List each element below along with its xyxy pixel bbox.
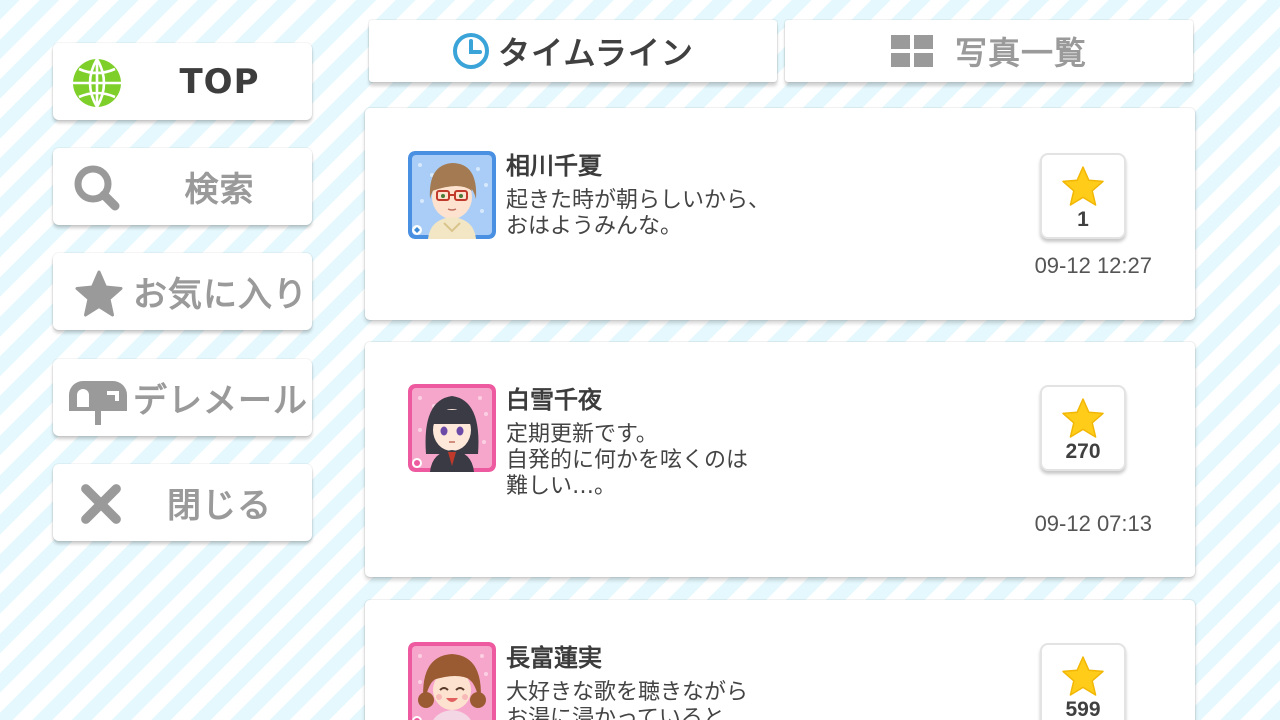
poster-name: 長富蓮実 bbox=[506, 644, 602, 672]
sidebar-item-label: 検索 bbox=[184, 170, 255, 210]
post-message-line: 自発的に何かを呟くのは bbox=[506, 448, 749, 473]
post-timestamp: 09-12 07:13 bbox=[1034, 511, 1152, 536]
poster-name: 相川千夏 bbox=[506, 152, 602, 180]
timeline-post: 相川千夏 起きた時が朝らしいから、 おはようみんな。 1 09-12 12:27 bbox=[365, 108, 1195, 320]
post-message-line: 大好きな歌を聴きながら bbox=[506, 680, 749, 705]
sidebar-item-search[interactable]: 検索 bbox=[53, 148, 312, 225]
tab-label: タイムライン bbox=[498, 34, 694, 72]
favorite-button[interactable]: 1 bbox=[1040, 153, 1126, 239]
tab-photos[interactable]: 写真一覧 bbox=[785, 20, 1193, 82]
post-message-line: 難しい…。 bbox=[506, 474, 617, 499]
search-icon bbox=[74, 165, 120, 211]
clock-icon bbox=[453, 33, 490, 69]
favorite-button[interactable]: 599 bbox=[1040, 643, 1126, 720]
post-message-line: 起きた時が朝らしいから、 bbox=[506, 188, 771, 213]
sidebar-item-top[interactable]: TOP bbox=[53, 43, 312, 120]
post-message: 定期更新です。 自発的に何かを呟くのは 難しい…。 bbox=[506, 422, 826, 500]
sidebar-item-close[interactable]: 閉じる bbox=[53, 464, 312, 541]
post-message: 大好きな歌を聴きながら お湯に浸かっていると bbox=[506, 680, 826, 720]
favorite-count: 1 bbox=[1077, 208, 1089, 231]
star-icon bbox=[75, 270, 123, 317]
tab-label: 写真一覧 bbox=[954, 34, 1087, 72]
tab-timeline[interactable]: タイムライン bbox=[369, 20, 777, 82]
grid-icon bbox=[890, 35, 933, 67]
sidebar-item-label: 閉じる bbox=[167, 486, 272, 526]
avatar[interactable] bbox=[408, 642, 496, 720]
post-message: 起きた時が朝らしいから、 おはようみんな。 bbox=[506, 188, 826, 240]
avatar[interactable] bbox=[408, 151, 496, 239]
post-message-line: 定期更新です。 bbox=[506, 422, 658, 447]
sidebar-item-mail[interactable]: デレメール bbox=[53, 359, 312, 436]
mailbox-icon bbox=[69, 381, 127, 425]
avatar[interactable] bbox=[408, 384, 496, 472]
poster-name: 白雪千夜 bbox=[506, 386, 602, 414]
globe-icon bbox=[73, 58, 121, 108]
timeline-post: 長富蓮実 大好きな歌を聴きながら お湯に浸かっていると 599 bbox=[365, 600, 1195, 720]
sidebar-item-label: お気に入り bbox=[133, 275, 308, 315]
post-timestamp: 09-12 12:27 bbox=[1034, 253, 1152, 278]
sidebar-item-label: TOP bbox=[179, 61, 260, 102]
favorite-count: 599 bbox=[1065, 698, 1101, 720]
star-icon bbox=[1062, 656, 1104, 696]
star-icon bbox=[1062, 166, 1104, 206]
star-icon bbox=[1062, 398, 1104, 438]
favorite-count: 270 bbox=[1065, 440, 1101, 463]
sidebar-item-label: デレメール bbox=[133, 381, 308, 421]
sidebar-item-favorites[interactable]: お気に入り bbox=[53, 253, 312, 330]
close-icon bbox=[81, 484, 121, 524]
post-message-line: お湯に浸かっていると bbox=[506, 706, 725, 720]
favorite-button[interactable]: 270 bbox=[1040, 385, 1126, 471]
timeline-post: 白雪千夜 定期更新です。 自発的に何かを呟くのは 難しい…。 270 09-12… bbox=[365, 342, 1195, 577]
post-message-line: おはようみんな。 bbox=[506, 214, 683, 239]
